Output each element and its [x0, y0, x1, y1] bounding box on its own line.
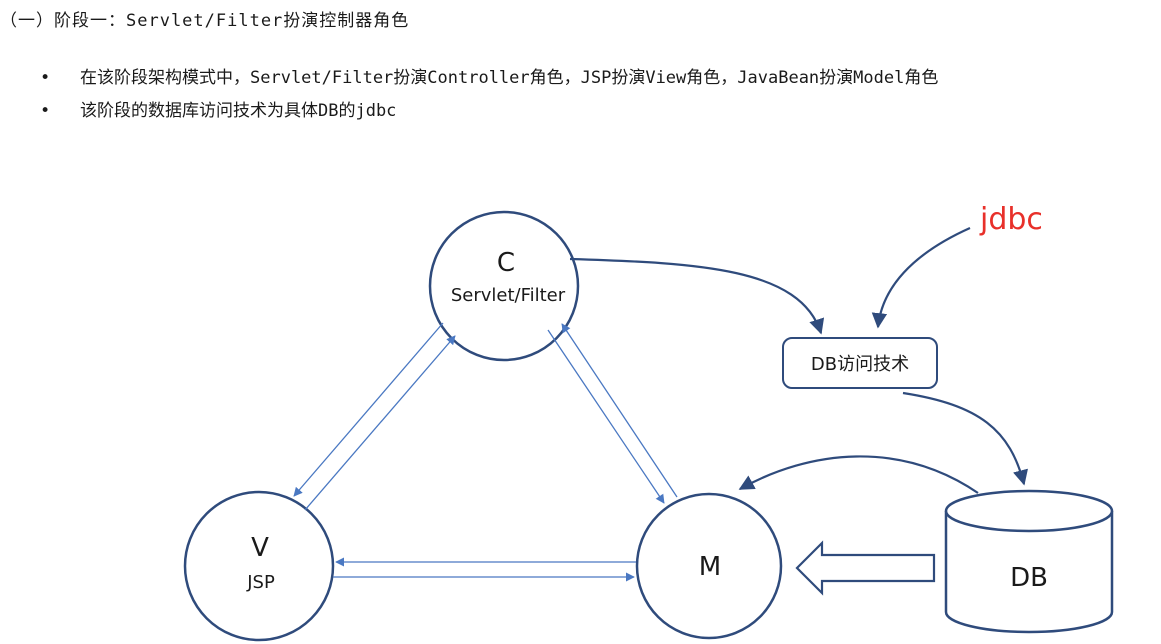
database-cylinder: DB	[944, 489, 1114, 634]
controller-to-db-access-arrow	[569, 257, 825, 335]
db-access-label: DB访问技术	[811, 354, 909, 375]
jdbc-to-db-access-arrow	[871, 226, 971, 329]
jdbc-note: jdbc	[979, 202, 1043, 237]
view-label: JSP	[246, 572, 275, 593]
mvc-diagram: C Servlet/Filter V JSP M jdbc DB访问技术 DB	[183, 202, 1114, 642]
vm-arrows	[333, 557, 636, 582]
model-letter: M	[699, 552, 721, 582]
db-access-to-db-arrow	[902, 391, 1028, 486]
db-to-model-block-arrow	[795, 540, 936, 596]
view-node: V JSP	[183, 490, 335, 642]
controller-node: C Servlet/Filter	[428, 210, 580, 362]
controller-letter: C	[497, 248, 515, 278]
cm-arrows	[547, 323, 678, 504]
controller-label: Servlet/Filter	[451, 285, 566, 306]
db-label: DB	[1010, 563, 1048, 593]
db-to-model-arrow	[738, 455, 979, 494]
view-letter: V	[251, 533, 269, 563]
model-node: M	[635, 492, 783, 640]
cv-arrows	[293, 322, 456, 511]
db-access-box: DB访问技术	[782, 337, 938, 389]
